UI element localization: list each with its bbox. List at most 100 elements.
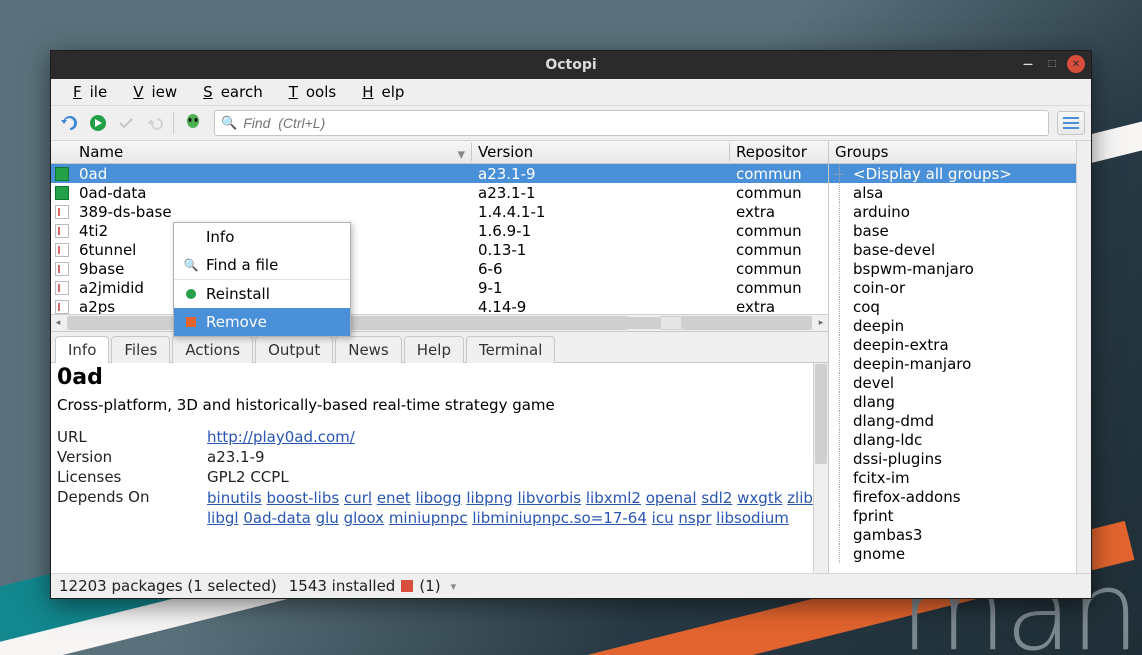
- group-item[interactable]: firefox-addons: [829, 487, 1076, 506]
- tab-output[interactable]: Output: [255, 336, 333, 363]
- context-menu-item[interactable]: Reinstall: [174, 280, 350, 308]
- dependency-link[interactable]: openal: [646, 489, 697, 507]
- window-title: Octopi: [545, 57, 596, 73]
- dependency-link[interactable]: libvorbis: [518, 489, 582, 507]
- group-item[interactable]: fcitx-im: [829, 468, 1076, 487]
- group-item[interactable]: dlang-ldc: [829, 430, 1076, 449]
- group-item[interactable]: alsa: [829, 183, 1076, 202]
- menu-help[interactable]: Help: [346, 81, 412, 103]
- table-row[interactable]: 0ada23.1-9commun: [51, 164, 828, 183]
- tab-actions[interactable]: Actions: [172, 336, 253, 363]
- package-repo: extra: [730, 203, 828, 221]
- menu-tools[interactable]: Tools: [273, 81, 345, 103]
- table-row[interactable]: 0ad-dataa23.1-1commun: [51, 183, 828, 202]
- dependency-link[interactable]: gloox: [344, 509, 384, 527]
- menu-search[interactable]: Search: [187, 81, 271, 103]
- maximize-button[interactable]: [1043, 55, 1061, 73]
- tab-help[interactable]: Help: [404, 336, 464, 363]
- package-horizontal-scrollbar[interactable]: ◂ ▸ ◂ ▸: [51, 314, 828, 331]
- dependency-link[interactable]: libogg: [415, 489, 461, 507]
- group-item[interactable]: <Display all groups>: [829, 164, 1076, 183]
- dependency-link[interactable]: libpng: [466, 489, 512, 507]
- info-pane: 0ad Cross-platform, 3D and historically-…: [51, 363, 828, 573]
- dependency-link[interactable]: binutils: [207, 489, 262, 507]
- titlebar[interactable]: Octopi: [51, 51, 1091, 79]
- info-vertical-scrollbar[interactable]: [813, 363, 828, 573]
- dependency-link[interactable]: libgl: [207, 509, 239, 527]
- dependency-link[interactable]: curl: [344, 489, 372, 507]
- dependency-link[interactable]: icu: [652, 509, 674, 527]
- table-row[interactable]: 9base6-6commun: [51, 259, 828, 278]
- package-repo: commun: [730, 279, 828, 297]
- group-item[interactable]: dlang: [829, 392, 1076, 411]
- info-licenses-label: Licenses: [57, 468, 207, 486]
- context-menu-item[interactable]: 🔍Find a file: [174, 251, 350, 280]
- package-version: 1.4.4.1-1: [472, 203, 730, 221]
- table-row[interactable]: 389-ds-base1.4.4.1-1extra: [51, 202, 828, 221]
- status-pending-count: (1): [419, 577, 440, 595]
- close-button[interactable]: [1067, 55, 1085, 73]
- tab-news[interactable]: News: [335, 336, 402, 363]
- group-item[interactable]: gambas3: [829, 525, 1076, 544]
- menu-view[interactable]: View: [117, 81, 185, 103]
- blank-icon: [184, 230, 198, 244]
- group-item[interactable]: dlang-dmd: [829, 411, 1076, 430]
- dependency-link[interactable]: glu: [316, 509, 339, 527]
- mag-icon: 🔍: [184, 258, 198, 272]
- dependency-link[interactable]: zlib: [787, 489, 813, 507]
- package-repo: extra: [730, 298, 828, 315]
- system-upgrade-button[interactable]: [85, 110, 111, 136]
- info-description: Cross-platform, 3D and historically-base…: [57, 396, 822, 414]
- table-row[interactable]: 4ti21.6.9-1commun: [51, 221, 828, 240]
- group-item[interactable]: deepin-extra: [829, 335, 1076, 354]
- group-item[interactable]: base-devel: [829, 240, 1076, 259]
- group-item[interactable]: deepin: [829, 316, 1076, 335]
- tab-files[interactable]: Files: [111, 336, 170, 363]
- view-mode-button[interactable]: [1057, 111, 1085, 135]
- dependency-link[interactable]: boost-libs: [267, 489, 340, 507]
- column-header-name[interactable]: Name ▾: [73, 143, 472, 161]
- dependency-link[interactable]: libsodium: [716, 509, 789, 527]
- dependency-link[interactable]: enet: [377, 489, 411, 507]
- group-item[interactable]: arduino: [829, 202, 1076, 221]
- sync-button[interactable]: [57, 110, 83, 136]
- group-item[interactable]: deepin-manjaro: [829, 354, 1076, 373]
- search-input[interactable]: [241, 114, 1042, 132]
- groups-header[interactable]: Groups: [829, 141, 1076, 164]
- context-menu-item[interactable]: Remove: [174, 308, 350, 336]
- group-item[interactable]: dssi-plugins: [829, 449, 1076, 468]
- tab-info[interactable]: Info: [55, 336, 109, 363]
- table-row[interactable]: a2ps4.14-9extra: [51, 297, 828, 314]
- group-item[interactable]: gnome: [829, 544, 1076, 563]
- table-row[interactable]: 6tunnel0.13-1commun: [51, 240, 828, 259]
- aur-button[interactable]: [180, 110, 206, 136]
- column-header-repo[interactable]: Repositor: [730, 143, 828, 161]
- group-item[interactable]: base: [829, 221, 1076, 240]
- package-repo: commun: [730, 241, 828, 259]
- dependency-link[interactable]: miniupnpc: [389, 509, 468, 527]
- dependency-link[interactable]: libminiupnpc.so=17-64: [472, 509, 647, 527]
- dependency-link[interactable]: 0ad-data: [243, 509, 310, 527]
- group-item[interactable]: coin-or: [829, 278, 1076, 297]
- table-row[interactable]: a2jmidid9-1commun: [51, 278, 828, 297]
- group-item[interactable]: coq: [829, 297, 1076, 316]
- not-installed-icon: [55, 262, 69, 276]
- dependency-link[interactable]: wxgtk: [737, 489, 782, 507]
- column-header-version[interactable]: Version: [472, 143, 730, 161]
- group-item[interactable]: fprint: [829, 506, 1076, 525]
- group-item[interactable]: bspwm-manjaro: [829, 259, 1076, 278]
- search-field[interactable]: 🔍: [214, 110, 1049, 136]
- menu-file[interactable]: File: [57, 81, 115, 103]
- dependency-link[interactable]: libxml2: [586, 489, 641, 507]
- status-dropdown-button[interactable]: ▾: [447, 580, 461, 593]
- tab-terminal[interactable]: Terminal: [466, 336, 555, 363]
- context-menu-label: Reinstall: [206, 285, 270, 303]
- info-url-link[interactable]: http://play0ad.com/: [207, 428, 355, 446]
- minimize-button[interactable]: [1019, 55, 1037, 73]
- groups-vertical-scrollbar[interactable]: [1076, 141, 1091, 573]
- group-item[interactable]: devel: [829, 373, 1076, 392]
- dependency-link[interactable]: nspr: [678, 509, 711, 527]
- dependency-link[interactable]: sdl2: [701, 489, 732, 507]
- context-menu-item[interactable]: Info: [174, 223, 350, 251]
- info-depends-label: Depends On: [57, 488, 207, 529]
